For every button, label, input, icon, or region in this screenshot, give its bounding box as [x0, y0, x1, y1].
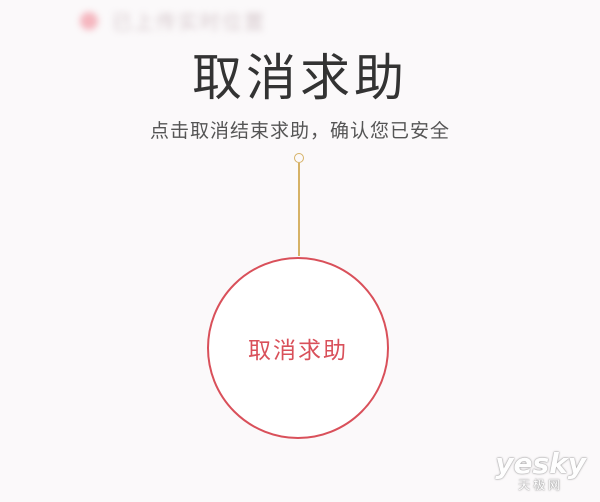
- watermark-sub: 天极网: [518, 478, 564, 492]
- watermark-logo: yesky 天极网: [495, 447, 586, 493]
- connector-dot-icon: [294, 153, 304, 163]
- watermark-main: yesky: [495, 447, 586, 480]
- cancel-help-button[interactable]: 取消求助: [207, 257, 389, 439]
- page-subtitle: 点击取消结束求助，确认您已安全: [149, 120, 450, 142]
- status-dot-icon: [80, 11, 98, 30]
- cancel-help-label: 取消求助: [248, 338, 348, 364]
- page-title: 取消求助: [192, 49, 408, 107]
- location-status-bar: 已上传实时位置: [80, 6, 266, 35]
- status-text: 已上传实时位置: [112, 10, 266, 34]
- connector-line: [298, 163, 300, 256]
